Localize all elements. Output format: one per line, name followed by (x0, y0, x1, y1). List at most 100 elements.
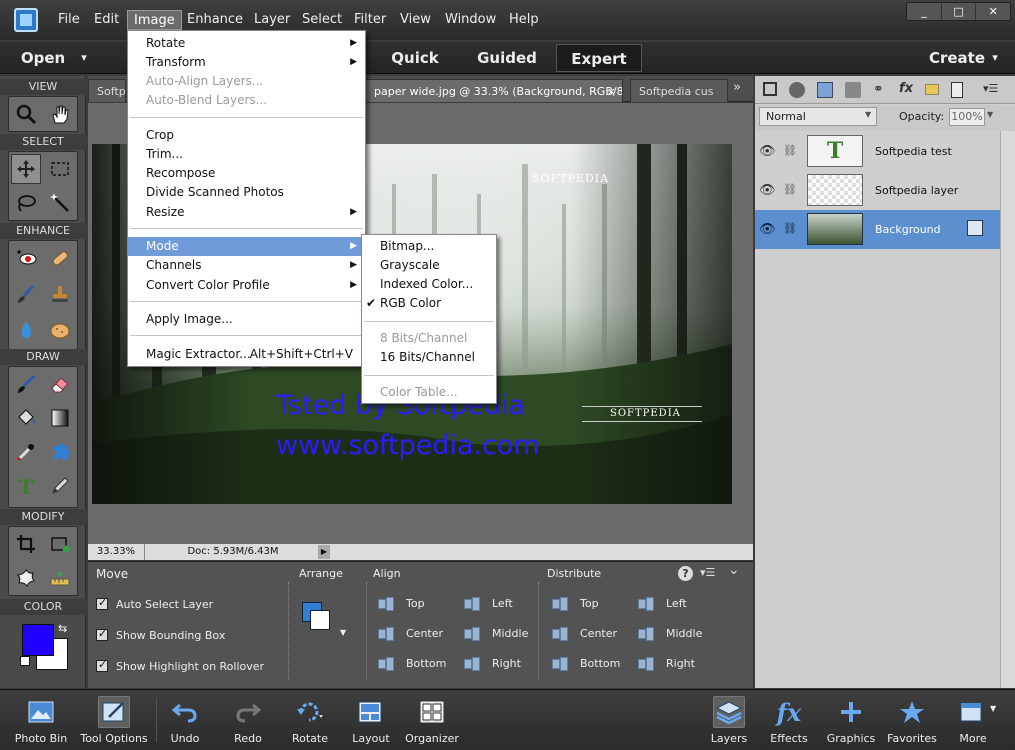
visibility-eye-icon[interactable]: 👁 (759, 222, 776, 237)
layout-button[interactable]: Layout (346, 690, 396, 750)
create-dropdown-arrow[interactable]: ▾ (988, 44, 1002, 72)
open-dropdown-arrow[interactable]: ▾ (76, 44, 92, 72)
menu-item-divide-scanned[interactable]: Divide Scanned Photos (128, 183, 365, 202)
mode-guided[interactable]: Guided (465, 44, 549, 72)
chain-link-icon[interactable]: ⛓ (783, 222, 797, 235)
tab-doc-active[interactable]: paper wide.jpg @ 33.3% (Background, RGB/… (365, 79, 623, 102)
mode-item-bitmap[interactable]: Bitmap... (362, 237, 496, 256)
lasso-tool[interactable] (11, 188, 41, 218)
menu-image[interactable]: Image (127, 10, 182, 30)
menu-layer[interactable]: Layer (248, 10, 296, 30)
menu-select[interactable]: Select (296, 10, 348, 30)
new-layer-icon[interactable] (763, 82, 777, 96)
options-menu-icon[interactable]: ▾☰ (700, 566, 715, 579)
menu-item-channels[interactable]: Channels ▶ (128, 256, 365, 275)
close-button[interactable]: ✕ (976, 3, 1010, 20)
custom-shape-tool[interactable] (45, 437, 75, 467)
more-button[interactable]: ▼ More (948, 690, 998, 750)
mode-quick[interactable]: Quick (380, 44, 450, 72)
move-tool[interactable] (11, 154, 41, 184)
status-menu-arrow-icon[interactable]: ▶ (318, 545, 330, 559)
menu-window[interactable]: Window (439, 10, 502, 30)
default-colors-icon[interactable] (20, 656, 30, 666)
tabs-overflow-icon[interactable]: » (733, 80, 741, 95)
type-tool[interactable]: T (11, 471, 41, 501)
gradient-tool[interactable] (45, 403, 75, 433)
magic-wand-tool[interactable] (45, 188, 75, 218)
arrange-dropdown-arrow-icon[interactable]: ▼ (340, 628, 346, 637)
blur-tool[interactable] (11, 315, 41, 345)
app-logo-icon[interactable] (14, 8, 38, 32)
photo-bin-button[interactable]: Photo Bin (8, 690, 74, 750)
blend-dropdown-icon[interactable]: ▼ (865, 110, 871, 119)
zoom-readout[interactable]: 33.33% (88, 544, 145, 560)
recompose-tool[interactable] (45, 529, 75, 559)
folder-icon[interactable] (925, 84, 939, 95)
menu-item-recompose[interactable]: Recompose (128, 164, 365, 183)
align-right-button[interactable]: Right (492, 657, 521, 670)
eraser-tool[interactable] (45, 369, 75, 399)
tool-options-button[interactable]: Tool Options (80, 690, 148, 750)
chain-link-icon[interactable]: ⛓ (783, 144, 797, 157)
paint-bucket-tool[interactable] (11, 403, 41, 433)
distribute-bottom-button[interactable]: Bottom (580, 657, 620, 670)
menu-item-trim[interactable]: Trim... (128, 145, 365, 164)
blend-mode-select[interactable]: Normal (759, 107, 877, 126)
arrange-button[interactable] (310, 610, 330, 630)
smart-brush-tool[interactable] (11, 279, 41, 309)
undo-button[interactable]: Undo (160, 690, 210, 750)
menu-edit[interactable]: Edit (88, 10, 125, 30)
marquee-tool[interactable] (45, 154, 75, 184)
collapse-options-icon[interactable]: ⌄ (728, 562, 740, 578)
bounding-box-checkbox[interactable] (96, 627, 108, 641)
tab-doc-1[interactable]: Softpe (88, 79, 126, 102)
hand-tool[interactable] (45, 99, 75, 129)
visibility-eye-icon[interactable]: 👁 (759, 183, 776, 198)
eyedropper-tool[interactable] (11, 437, 41, 467)
layer-row-softpedia-layer[interactable]: 👁 ⛓ Softpedia layer (755, 171, 1000, 210)
menu-item-mode[interactable]: Mode ▶ (128, 237, 365, 256)
menu-item-apply-image[interactable]: Apply Image... (128, 310, 365, 329)
menu-item-rotate[interactable]: Rotate ▶ (128, 34, 365, 53)
layer-row-background[interactable]: 👁 ⛓ Background (755, 210, 1000, 249)
foreground-color-swatch[interactable] (22, 624, 54, 656)
menu-file[interactable]: File (52, 10, 86, 30)
adjustment-layer-icon[interactable] (817, 82, 833, 98)
menu-item-magic-extractor[interactable]: Magic Extractor... Alt+Shift+Ctrl+V (128, 345, 365, 364)
maximize-button[interactable]: □ (942, 3, 977, 20)
layer-mask-icon[interactable] (845, 82, 861, 98)
layer-row-softpedia-test[interactable]: 👁 ⛓ T Softpedia test (755, 132, 1000, 171)
link-layers-icon[interactable]: ⚭ (873, 82, 884, 97)
fill-layer-icon[interactable] (789, 82, 805, 98)
distribute-top-button[interactable]: Top (580, 597, 599, 610)
visibility-eye-icon[interactable]: 👁 (759, 144, 776, 159)
opacity-dropdown-icon[interactable]: ▼ (987, 110, 993, 119)
align-bottom-button[interactable]: Bottom (406, 657, 446, 670)
mode-item-grayscale[interactable]: Grayscale (362, 256, 496, 275)
menu-item-crop[interactable]: Crop (128, 126, 365, 145)
menu-item-resize[interactable]: Resize ▶ (128, 203, 365, 222)
mode-item-16bit[interactable]: 16 Bits/Channel (362, 348, 496, 367)
crop-tool[interactable] (11, 529, 41, 559)
help-icon[interactable]: ? (678, 566, 693, 581)
align-middle-button[interactable]: Middle (492, 627, 528, 640)
distribute-right-button[interactable]: Right (666, 657, 695, 670)
create-button[interactable]: Create (922, 44, 992, 72)
graphics-button[interactable]: Graphics (824, 690, 878, 750)
auto-select-checkbox[interactable] (96, 596, 108, 610)
organizer-button[interactable]: Organizer (402, 690, 462, 750)
swap-colors-icon[interactable]: ⇆ (58, 622, 67, 635)
align-left-button[interactable]: Left (492, 597, 513, 610)
clone-stamp-tool[interactable] (45, 279, 75, 309)
tab-doc-3[interactable]: Softpedia cus (630, 79, 728, 102)
highlight-rollover-checkbox[interactable] (96, 658, 108, 672)
mode-item-rgb[interactable]: ✔ RGB Color (362, 294, 496, 313)
brush-tool[interactable] (11, 369, 41, 399)
tab-close-icon[interactable]: × (607, 80, 616, 102)
layer-styles-icon[interactable]: fx (899, 81, 913, 96)
menu-item-transform[interactable]: Transform ▶ (128, 53, 365, 72)
zoom-tool[interactable] (11, 99, 41, 129)
menu-help[interactable]: Help (503, 10, 545, 30)
opacity-input[interactable]: 100% (949, 108, 985, 126)
align-top-button[interactable]: Top (406, 597, 425, 610)
